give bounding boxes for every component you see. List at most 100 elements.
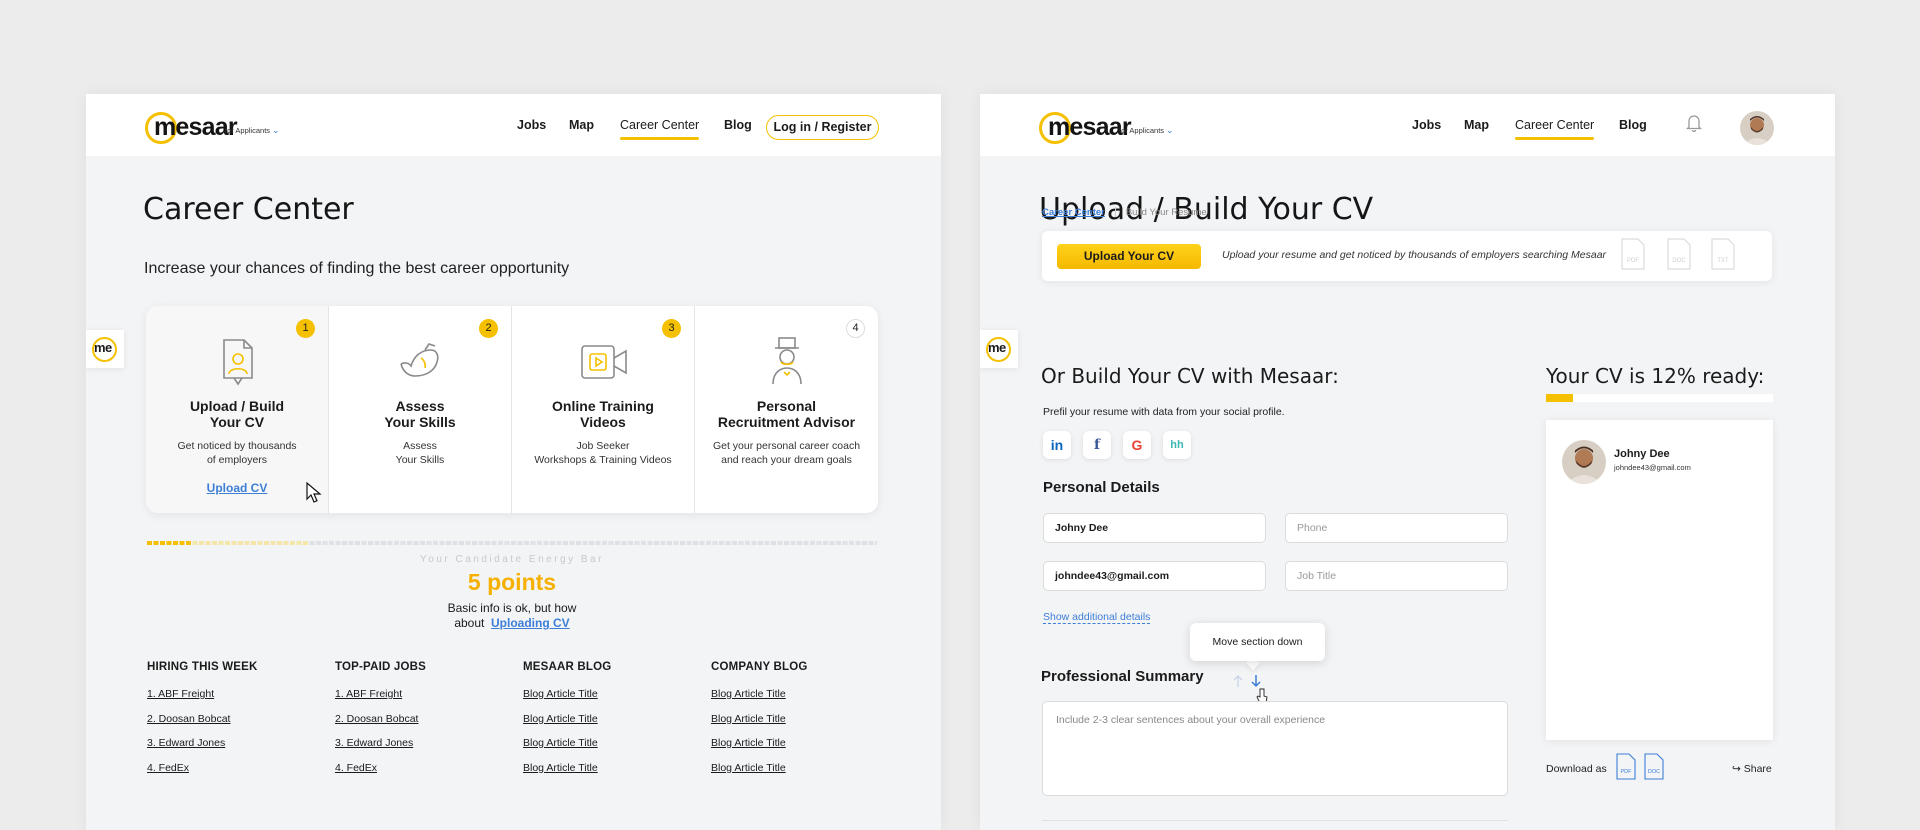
show-additional-details-link[interactable]: Show additional details xyxy=(1043,611,1151,624)
energy-bar-segment xyxy=(660,541,666,545)
energy-bar-segment xyxy=(836,541,841,545)
footer-link[interactable]: Blog Article Title xyxy=(711,713,891,738)
download-doc-icon[interactable]: DOC xyxy=(1643,753,1665,780)
doc-file-icon: DOC xyxy=(1667,238,1691,270)
nav-career-center[interactable]: Career Center xyxy=(620,118,699,132)
breadcrumb-career-center[interactable]: Career Center xyxy=(1042,207,1105,218)
email-field[interactable]: johndee43@gmail.com xyxy=(1043,561,1266,591)
google-icon[interactable]: G xyxy=(1123,431,1151,459)
footer-link[interactable]: 1. ABF Freight xyxy=(147,688,327,713)
footer-link[interactable]: 3. Edward Jones xyxy=(147,737,327,762)
nav-career-center[interactable]: Career Center xyxy=(1515,118,1594,132)
step-description: Assess Your Skills xyxy=(395,440,445,466)
nav-blog[interactable]: Blog xyxy=(724,118,752,132)
mouse-cursor-icon xyxy=(306,482,322,503)
footer-link[interactable]: Blog Article Title xyxy=(711,737,891,762)
audience-switcher[interactable]: for Applicants ⌄ xyxy=(225,125,280,136)
user-avatar[interactable] xyxy=(1740,111,1774,145)
energy-bar-segment xyxy=(504,541,510,545)
energy-bar-segment xyxy=(186,541,191,545)
move-down-arrow-icon[interactable] xyxy=(1250,674,1262,688)
footer-link[interactable]: Blog Article Title xyxy=(523,737,703,762)
footer-column-hiring: HIRING THIS WEEK 1. ABF Freight 2. Doosa… xyxy=(147,661,327,786)
energy-bar-segment xyxy=(706,541,711,545)
energy-bar-segment xyxy=(608,541,614,545)
upload-cv-link[interactable]: Upload CV xyxy=(146,481,328,495)
energy-bar-segment xyxy=(797,541,802,545)
page-subtitle: Increase your chances of finding the bes… xyxy=(144,260,570,277)
step-upload-cv[interactable]: 1 Upload / Build Your CV Get noticed by … xyxy=(146,306,329,513)
energy-bar-segment xyxy=(582,541,588,545)
footer-link[interactable]: Blog Article Title xyxy=(523,713,703,738)
facebook-icon[interactable]: f xyxy=(1083,431,1111,459)
energy-bar-segment xyxy=(264,541,269,545)
muscle-arm-icon xyxy=(400,343,439,377)
cv-avatar xyxy=(1562,440,1606,484)
footer-link[interactable]: 4. FedEx xyxy=(147,762,327,787)
upload-cv-card: Upload Your CV Upload your resume and ge… xyxy=(1042,231,1772,281)
nav-map[interactable]: Map xyxy=(569,118,594,132)
step-training-videos[interactable]: 3 Online Training Videos Job Seeker Work… xyxy=(512,306,695,513)
energy-bar-segment xyxy=(257,541,263,545)
job-title-field[interactable]: Job Title xyxy=(1285,561,1508,591)
cv-ready-heading: Your CV is 12% ready: xyxy=(1546,364,1765,388)
step-recruitment-advisor[interactable]: 4 Personal Recruitment Advisor Get your … xyxy=(695,306,878,513)
headhunter-icon[interactable]: hh xyxy=(1163,431,1191,459)
energy-bar-segment xyxy=(680,541,685,545)
audience-switcher[interactable]: for Applicants ⌄ xyxy=(1119,125,1174,136)
chevron-down-icon: ⌄ xyxy=(272,125,280,135)
footer-link[interactable]: Blog Article Title xyxy=(711,688,891,713)
share-icon: ↪ xyxy=(1732,763,1741,775)
uploading-cv-link[interactable]: Uploading CV xyxy=(491,616,570,630)
active-nav-underline xyxy=(620,137,699,140)
footer-column-mesaar-blog: MESAAR BLOG Blog Article Title Blog Arti… xyxy=(523,661,703,786)
notification-bell-icon[interactable] xyxy=(1686,114,1702,132)
footer-link[interactable]: 4. FedEx xyxy=(335,762,515,787)
energy-bar-segment xyxy=(251,541,256,545)
footer-column-company-blog: COMPANY BLOG Blog Article Title Blog Art… xyxy=(711,661,891,786)
footer-link[interactable]: 1. ABF Freight xyxy=(335,688,515,713)
upload-your-cv-button[interactable]: Upload Your CV xyxy=(1057,244,1201,269)
career-steps-card: 1 Upload / Build Your CV Get noticed by … xyxy=(146,306,878,513)
energy-bar-segment xyxy=(524,541,529,545)
footer-link[interactable]: 2. Doosan Bobcat xyxy=(147,713,327,738)
me-side-tab[interactable]: me xyxy=(980,330,1018,368)
me-side-tab[interactable]: me xyxy=(86,330,124,368)
top-navigation-bar: mesaar for Applicants ⌄ Jobs Map Career C… xyxy=(980,94,1835,156)
energy-bar-segment xyxy=(829,541,835,545)
nav-blog[interactable]: Blog xyxy=(1619,118,1647,132)
footer-link[interactable]: Blog Article Title xyxy=(711,762,891,787)
login-register-button[interactable]: Log in / Register xyxy=(766,115,879,140)
prefill-description: Prefil your resume with data from your s… xyxy=(1043,406,1285,418)
energy-bar-segment xyxy=(842,541,848,545)
energy-bar-segment xyxy=(537,541,542,545)
linkedin-icon[interactable]: in xyxy=(1043,431,1071,459)
footer-heading: TOP-PAID JOBS xyxy=(335,661,426,673)
energy-bar-segment xyxy=(875,541,877,545)
points-desc-prefix: about xyxy=(454,616,485,630)
cv-progress-fill xyxy=(1546,394,1574,402)
footer-link[interactable]: 3. Edward Jones xyxy=(335,737,515,762)
energy-bar-segment xyxy=(407,541,412,545)
phone-field[interactable]: Phone xyxy=(1285,513,1508,543)
energy-bar-segment xyxy=(745,541,750,545)
career-center-screen: mesaar for Applicants ⌄ Jobs Map Career C… xyxy=(86,94,941,830)
footer-link[interactable]: Blog Article Title xyxy=(523,688,703,713)
move-up-arrow-icon[interactable] xyxy=(1232,674,1244,688)
step-title: Online Training Videos xyxy=(552,398,654,430)
txt-label: TXT xyxy=(1717,258,1729,264)
nav-jobs[interactable]: Jobs xyxy=(1412,118,1441,132)
me-label: me xyxy=(94,340,112,355)
download-pdf-icon[interactable]: PDF xyxy=(1615,753,1637,780)
nav-map[interactable]: Map xyxy=(1464,118,1489,132)
footer-heading: HIRING THIS WEEK xyxy=(147,661,258,673)
professional-summary-textarea[interactable]: Include 2-3 clear sentences about your o… xyxy=(1042,701,1508,796)
build-cv-heading: Or Build Your CV with Mesaar: xyxy=(1041,364,1339,388)
nav-jobs[interactable]: Jobs xyxy=(517,118,546,132)
footer-heading: COMPANY BLOG xyxy=(711,661,808,673)
footer-link[interactable]: 2. Doosan Bobcat xyxy=(335,713,515,738)
share-button[interactable]: ↪ Share xyxy=(1732,763,1772,775)
footer-link[interactable]: Blog Article Title xyxy=(523,762,703,787)
name-field[interactable]: Johny Dee xyxy=(1043,513,1266,543)
step-assess-skills[interactable]: 2 Assess Your Skills Assess Your Skills xyxy=(329,306,512,513)
